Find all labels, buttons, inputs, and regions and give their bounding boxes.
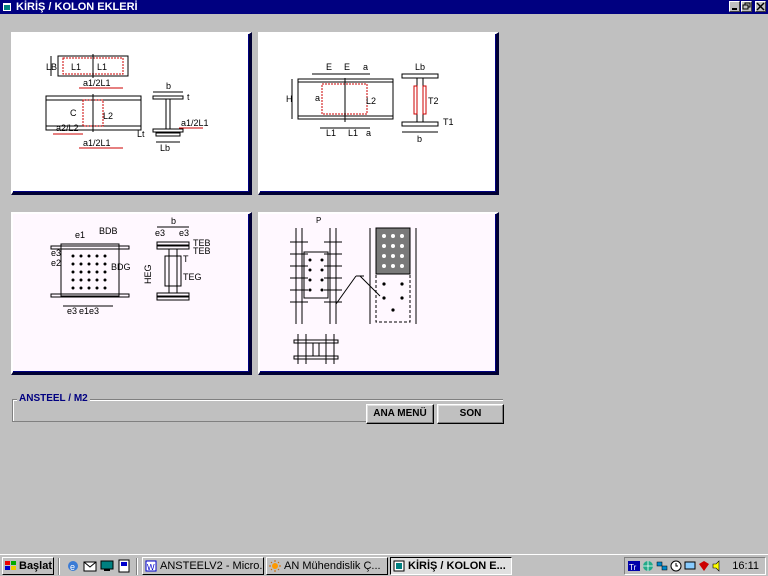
dim-label: e1 bbox=[75, 230, 85, 240]
dim-label: HEG bbox=[143, 264, 153, 284]
dim-label: e1 bbox=[79, 306, 89, 316]
dim-label: Lt bbox=[137, 129, 145, 139]
bolt-grid bbox=[308, 258, 324, 292]
app-icon bbox=[393, 560, 405, 572]
dim-label: BDG bbox=[111, 262, 131, 272]
dim-label: E bbox=[326, 62, 332, 72]
column-splice-panel[interactable]: e1 BDB e3 e2 BDG e3 e1 e3 b e3 e3 TEB TE… bbox=[11, 212, 252, 375]
show-desktop-icon[interactable] bbox=[100, 559, 114, 573]
windows-logo-icon bbox=[5, 561, 16, 570]
dim-label: TEG bbox=[183, 272, 202, 282]
dim-label: b bbox=[417, 134, 422, 144]
display-icon[interactable] bbox=[684, 560, 696, 572]
window-title: KİRİŞ / KOLON EKLERİ bbox=[16, 1, 138, 13]
svg-text:e: e bbox=[70, 562, 75, 572]
dim-label: a bbox=[363, 62, 368, 72]
column-detail-drawing: P bbox=[290, 216, 417, 364]
dim-label: a bbox=[366, 128, 371, 138]
main-menu-button[interactable]: ANA MENÜ bbox=[366, 404, 434, 424]
restore-button[interactable] bbox=[741, 1, 752, 12]
dim-label: P bbox=[316, 216, 321, 225]
end-button[interactable]: SON bbox=[437, 404, 504, 424]
dim-label: L1 bbox=[348, 128, 358, 138]
dim-label: Lb bbox=[415, 62, 425, 72]
dim-label: e2 bbox=[51, 258, 61, 268]
dim-label: a bbox=[315, 93, 320, 103]
dim-label: T2 bbox=[428, 96, 439, 106]
dim-label: LB bbox=[46, 62, 57, 72]
bolt-grid bbox=[382, 282, 404, 312]
dim-label: e3 bbox=[67, 306, 77, 316]
minimize-icon bbox=[732, 8, 737, 10]
beam-flange-splice-panel[interactable]: LB L1 L1 a1/2L1 C L2 a2/L2 a1/2L1 b t Lt… bbox=[11, 32, 252, 195]
beam-web-splice-drawing: E E a a H L2 L1 L1 a Lb T2 T1 b bbox=[286, 62, 454, 144]
svg-text:Tr: Tr bbox=[629, 563, 637, 572]
start-button[interactable]: Başlat bbox=[2, 557, 54, 575]
outlook-express-icon[interactable] bbox=[83, 559, 97, 573]
task-label: ANSTEELV2 - Micro... bbox=[160, 560, 264, 572]
dim-label: TEB bbox=[193, 246, 211, 256]
network-icon[interactable] bbox=[656, 560, 668, 572]
dim-label: b bbox=[171, 216, 176, 226]
title-bar: KİRİŞ / KOLON EKLERİ bbox=[0, 0, 768, 14]
globe-icon[interactable] bbox=[642, 560, 654, 572]
svg-text:W: W bbox=[147, 563, 155, 572]
scheduler-icon[interactable] bbox=[670, 560, 682, 572]
close-icon bbox=[756, 2, 765, 11]
sun-icon bbox=[269, 560, 281, 572]
dim-label: t bbox=[187, 92, 190, 102]
taskbar-separator bbox=[58, 558, 60, 575]
dim-label: a2/L2 bbox=[56, 123, 79, 133]
speaker-icon[interactable] bbox=[712, 560, 724, 572]
beam-web-splice-panel[interactable]: E E a a H L2 L1 L1 a Lb T2 T1 b bbox=[258, 32, 499, 195]
word-doc-icon: W bbox=[145, 560, 157, 572]
dim-label: L1 bbox=[326, 128, 336, 138]
groupbox-line bbox=[13, 421, 366, 422]
dim-label: T1 bbox=[443, 117, 454, 127]
flange-bolts bbox=[290, 241, 342, 303]
dim-label: L2 bbox=[103, 111, 113, 121]
dim-label: BDB bbox=[99, 226, 118, 236]
task-ansteel[interactable]: W ANSTEELV2 - Micro... bbox=[142, 557, 264, 575]
column-detail-panel[interactable]: P bbox=[258, 212, 499, 375]
main-window: LB L1 L1 a1/2L1 C L2 a2/L2 a1/2L1 b t Lt… bbox=[0, 14, 768, 554]
minimize-button[interactable] bbox=[729, 1, 740, 12]
dim-label: H bbox=[286, 94, 293, 104]
internet-explorer-icon[interactable]: e bbox=[66, 559, 80, 573]
dim-label: L2 bbox=[366, 96, 376, 106]
dim-label: L1 bbox=[71, 62, 81, 72]
bolt-grid bbox=[71, 254, 107, 290]
beam-flange-splice-drawing: LB L1 L1 a1/2L1 C L2 a2/L2 a1/2L1 b t Lt… bbox=[45, 54, 209, 153]
close-button[interactable] bbox=[755, 1, 766, 12]
dim-label: e3 bbox=[51, 248, 61, 258]
taskbar-separator bbox=[136, 558, 138, 575]
dim-label: b bbox=[166, 81, 171, 91]
dim-label: e3 bbox=[89, 306, 99, 316]
clock: 16:11 bbox=[732, 560, 759, 572]
system-tray: Tr 16:11 bbox=[624, 557, 766, 575]
restore-icon bbox=[742, 2, 751, 10]
dim-label: e3 bbox=[179, 228, 189, 238]
start-label: Başlat bbox=[19, 560, 53, 572]
dim-label: a1/2L1 bbox=[181, 118, 209, 128]
tr-flag-icon[interactable]: Tr bbox=[628, 560, 640, 572]
task-an-muhendislik[interactable]: AN Mühendislik Ç... bbox=[266, 557, 388, 575]
app-icon[interactable] bbox=[2, 2, 12, 12]
column-splice-drawing: e1 BDB e3 e2 BDG e3 e1 e3 b e3 e3 TEB TE… bbox=[50, 216, 211, 316]
dim-label: T bbox=[183, 254, 189, 264]
dim-label: L1 bbox=[97, 62, 107, 72]
dim-label: e3 bbox=[155, 228, 165, 238]
dim-label: a1/2L1 bbox=[83, 78, 111, 88]
antivirus-icon[interactable] bbox=[698, 560, 710, 572]
channels-icon[interactable] bbox=[117, 559, 131, 573]
group-legend: ANSTEEL / M2 bbox=[17, 393, 90, 404]
taskbar: Başlat e W ANSTEELV2 - Micro... AN Mühen… bbox=[0, 554, 768, 576]
dim-label: a1/2L1 bbox=[83, 138, 111, 148]
dim-label: E bbox=[344, 62, 350, 72]
dim-label: C bbox=[70, 108, 77, 118]
task-kiris-kolon[interactable]: KİRİŞ / KOLON E... bbox=[390, 557, 512, 575]
task-label: KİRİŞ / KOLON E... bbox=[408, 560, 506, 572]
dim-label: Lb bbox=[160, 143, 170, 153]
task-label: AN Mühendislik Ç... bbox=[284, 560, 381, 572]
